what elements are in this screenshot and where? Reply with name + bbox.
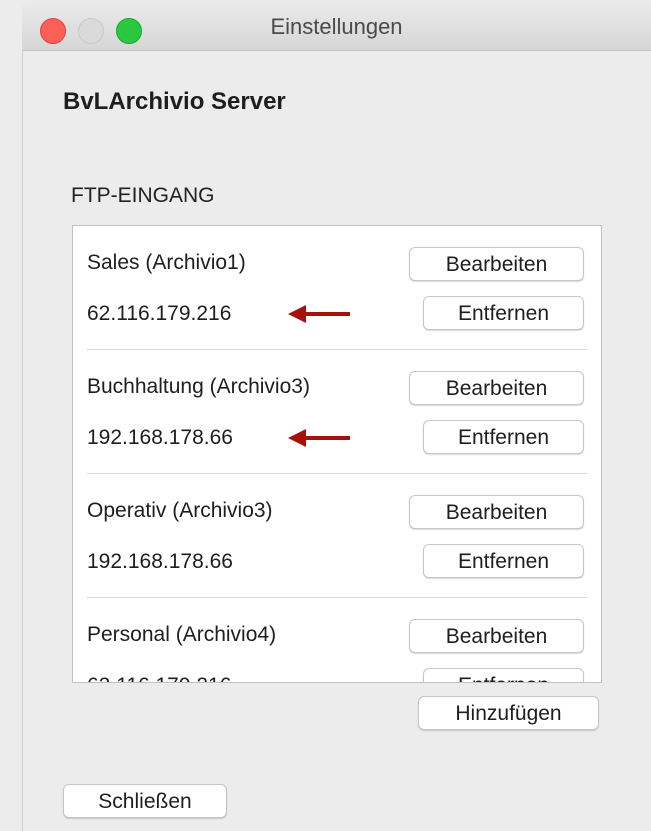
entry-name: Buchhaltung (Archivio3): [87, 375, 310, 398]
edit-button[interactable]: Bearbeiten: [409, 247, 584, 281]
left-arrow-icon: [288, 429, 350, 447]
entry-ip: 62.116.179.216: [87, 674, 231, 682]
list-item: Sales (Archivio1) 62.116.179.216 Bearbei…: [73, 226, 601, 350]
list-item: Personal (Archivio4) 62.116.179.216 Bear…: [73, 598, 601, 682]
remove-button[interactable]: Entfernen: [423, 296, 584, 330]
ftp-section-label: FTP-EINGANG: [71, 184, 215, 207]
entry-ip: 192.168.178.66: [87, 550, 233, 573]
remove-button[interactable]: Entfernen: [423, 544, 584, 578]
close-button[interactable]: Schließen: [63, 784, 227, 818]
edit-button[interactable]: Bearbeiten: [409, 495, 584, 529]
window-title: Einstellungen: [270, 14, 403, 39]
window-edge: [22, 50, 23, 831]
edit-button[interactable]: Bearbeiten: [409, 619, 584, 653]
left-arrow-icon: [288, 305, 350, 323]
list-item: Operativ (Archivio3) 192.168.178.66 Bear…: [73, 474, 601, 598]
entry-ip: 62.116.179.216: [87, 302, 232, 325]
add-button[interactable]: Hinzufügen: [418, 696, 599, 730]
entry-ip: 192.168.178.66: [87, 426, 233, 449]
entry-name: Personal (Archivio4): [87, 623, 277, 646]
remove-button[interactable]: Entfernen: [423, 668, 584, 682]
entry-name: Sales (Archivio1): [87, 251, 246, 274]
page-title: BvLArchivio Server: [63, 88, 286, 115]
edit-button[interactable]: Bearbeiten: [409, 371, 584, 405]
window-titlebar: Einstellungen: [22, 0, 651, 51]
ftp-entry-list[interactable]: Sales (Archivio1) 62.116.179.216 Bearbei…: [72, 225, 602, 683]
remove-button[interactable]: Entfernen: [423, 420, 584, 454]
list-item: Buchhaltung (Archivio3) 192.168.178.66 B…: [73, 350, 601, 474]
entry-name: Operativ (Archivio3): [87, 499, 273, 522]
